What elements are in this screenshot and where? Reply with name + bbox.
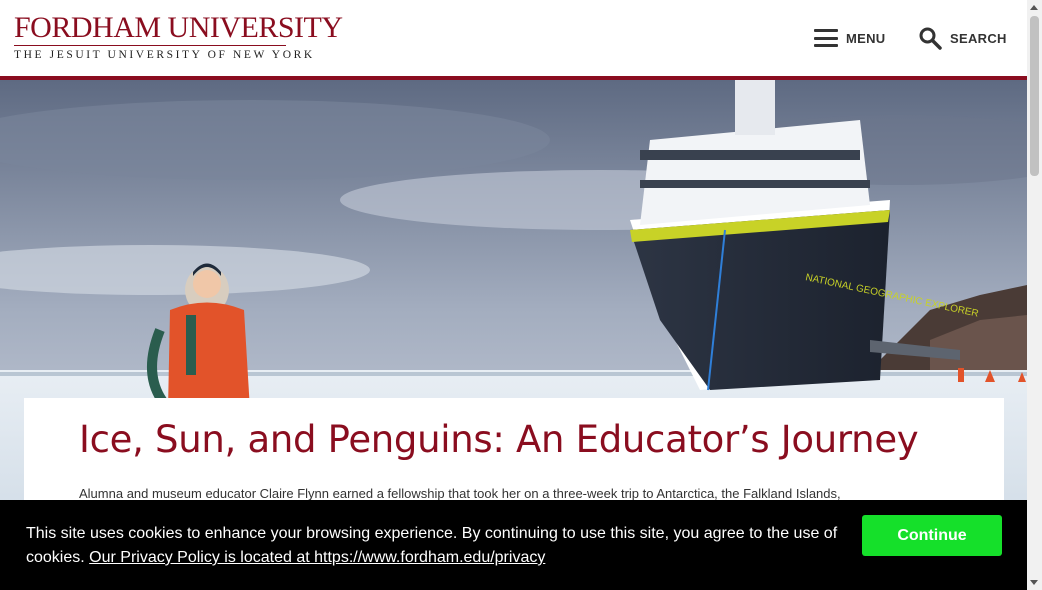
hamburger-icon (814, 29, 838, 47)
logo-title: FORDHAM UNIVERSITY (14, 11, 343, 44)
cookie-continue-button[interactable]: Continue (862, 515, 1002, 556)
search-label: SEARCH (950, 30, 1007, 46)
scroll-up-icon[interactable] (1030, 5, 1038, 10)
fordham-logo[interactable]: FORDHAM UNIVERSITY THE JESUIT UNIVERSITY… (14, 11, 343, 61)
logo-divider (14, 45, 286, 46)
privacy-policy-link[interactable]: Our Privacy Policy is located at https:/… (89, 549, 545, 566)
search-icon (919, 27, 942, 50)
search-button[interactable]: SEARCH (918, 24, 1007, 52)
article-summary: Alumna and museum educator Claire Flynn … (79, 486, 841, 501)
scroll-down-icon[interactable] (1030, 580, 1038, 585)
cookie-banner: This site uses cookies to enhance your b… (0, 500, 1027, 590)
cookie-message-container: This site uses cookies to enhance your b… (26, 522, 846, 570)
article-title[interactable]: Ice, Sun, and Penguins: An Educator’s Jo… (79, 418, 919, 461)
scrollbar-thumb[interactable] (1030, 16, 1039, 176)
site-header: FORDHAM UNIVERSITY THE JESUIT UNIVERSITY… (0, 0, 1027, 80)
logo-subtitle: THE JESUIT UNIVERSITY OF NEW YORK (14, 49, 315, 61)
menu-label: MENU (846, 30, 886, 46)
page-scrollbar[interactable] (1027, 0, 1042, 590)
menu-button[interactable]: MENU (814, 24, 885, 52)
